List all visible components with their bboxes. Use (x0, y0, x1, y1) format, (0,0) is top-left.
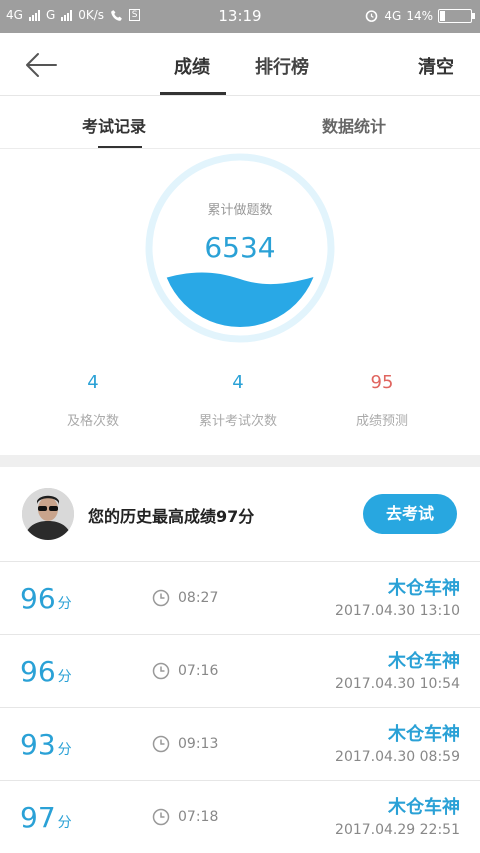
list-item[interactable]: 93 分 09:13 木仓车神 2017.04.30 08:59 (0, 708, 480, 781)
clock-icon (152, 662, 170, 680)
list-item[interactable]: 97 分 07:18 木仓车神 2017.04.29 22:51 (0, 781, 480, 853)
gauge-value: 6534 (204, 231, 276, 264)
clear-button[interactable]: 清空 (418, 53, 454, 79)
record-date: 2017.04.30 08:59 (335, 749, 460, 765)
back-arrow-icon[interactable] (24, 51, 58, 79)
exam-records-list: 96 分 08:27 木仓车神 2017.04.30 13:10 96 分 07:1… (0, 562, 480, 853)
tab-statistics[interactable]: 数据统计 (322, 113, 386, 137)
record-score: 96 分 (20, 582, 72, 615)
record-user-name: 木仓车神 (388, 651, 460, 672)
clock-icon (152, 589, 170, 607)
active-subtab-indicator (98, 146, 142, 148)
gauge-label: 累计做题数 (207, 203, 273, 218)
exam-count-value: 4 (232, 372, 244, 393)
network-type: 4G (384, 8, 402, 23)
record-duration: 08:27 (178, 590, 219, 606)
score-prediction-label: 成绩预测 (355, 414, 408, 429)
clock-icon (152, 735, 170, 753)
tab-exam-records[interactable]: 考试记录 (82, 113, 146, 137)
record-duration: 07:16 (178, 663, 219, 679)
record-date: 2017.04.30 13:10 (335, 603, 460, 619)
record-date: 2017.04.29 22:51 (335, 822, 460, 838)
record-score: 96 分 (20, 655, 72, 688)
record-score: 97 分 (20, 801, 72, 834)
top-nav: 成绩 排行榜 清空 (0, 33, 480, 96)
record-score: 93 分 (20, 728, 72, 761)
list-item[interactable]: 96 分 08:27 木仓车神 2017.04.30 13:10 (0, 562, 480, 635)
best-score-text: 您的历史最高成绩97分 (88, 507, 255, 526)
record-user-name: 木仓车神 (388, 724, 460, 745)
questions-gauge: 累计做题数 6534 (145, 153, 335, 343)
list-item[interactable]: 96 分 07:16 木仓车神 2017.04.30 10:54 (0, 635, 480, 708)
sub-tabs: 考试记录 数据统计 (0, 96, 480, 149)
pass-count-value: 4 (87, 372, 99, 393)
best-score-row: 您的历史最高成绩97分 去考试 (0, 467, 480, 562)
record-duration: 07:18 (178, 809, 219, 825)
avatar (22, 488, 74, 540)
section-divider (0, 455, 480, 467)
tab-scores[interactable]: 成绩 (174, 53, 210, 79)
active-tab-indicator (160, 92, 226, 95)
record-duration: 09:13 (178, 736, 219, 752)
battery-percent: 14% (406, 8, 433, 23)
clock-icon (152, 808, 170, 826)
record-user-name: 木仓车神 (388, 578, 460, 599)
exam-count-label: 累计考试次数 (198, 414, 277, 429)
record-user-name: 木仓车神 (388, 797, 460, 818)
status-bar: 4G G 0K/s S 13:19 4G 14% (0, 0, 480, 33)
record-date: 2017.04.30 10:54 (335, 676, 460, 692)
battery-icon (438, 8, 475, 23)
score-prediction-value: 95 (370, 372, 394, 393)
pass-count-label: 及格次数 (66, 414, 119, 429)
tab-ranking[interactable]: 排行榜 (255, 53, 309, 79)
take-exam-button[interactable]: 去考试 (363, 494, 457, 534)
alarm-icon (366, 10, 378, 22)
